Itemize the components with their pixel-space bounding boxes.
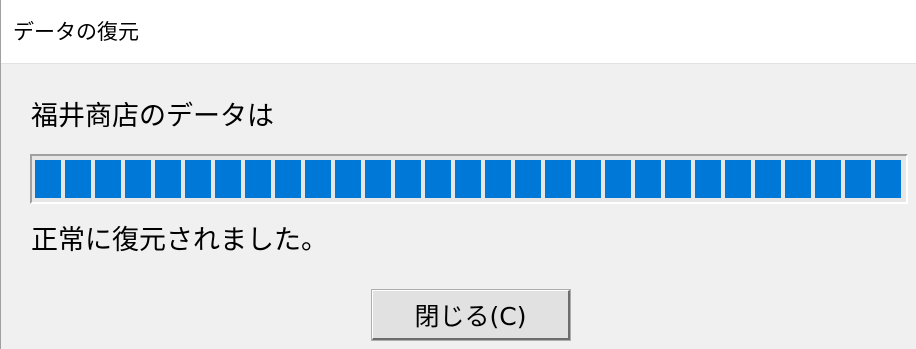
- progress-bar: [30, 154, 908, 204]
- result-message: 正常に復元されました。: [31, 225, 328, 256]
- window-title: データの復元: [13, 20, 139, 44]
- progress-track: [35, 160, 904, 198]
- title-bar: データの復元: [1, 0, 916, 64]
- progress-fill: [35, 160, 904, 198]
- restore-dialog: データの復元 福井商店のデータは 正常に復元されました。 閉じる(C): [0, 0, 916, 349]
- restore-message: 福井商店のデータは: [31, 101, 274, 132]
- close-button[interactable]: 閉じる(C): [371, 289, 571, 341]
